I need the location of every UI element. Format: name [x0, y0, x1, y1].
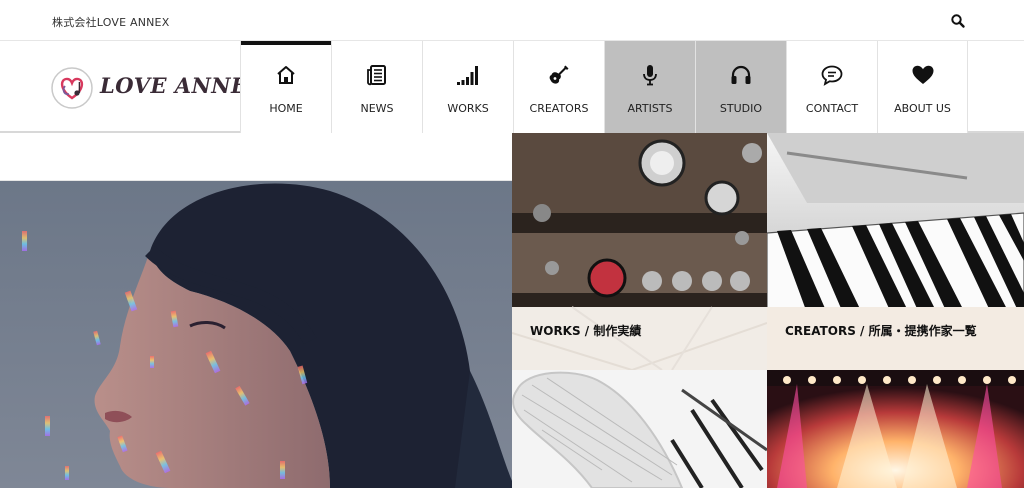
- site-logo[interactable]: LOVE ANNEX: [50, 63, 264, 113]
- company-name: 株式会社LOVE ANNEX: [52, 16, 170, 29]
- search-icon[interactable]: [948, 11, 968, 31]
- logo-mark-icon: [51, 67, 93, 109]
- nav-label-works: WORKS: [447, 102, 489, 115]
- nav-item-contact[interactable]: CONTACT: [786, 41, 877, 133]
- headphones-icon: [731, 65, 751, 84]
- nav-item-studio[interactable]: STUDIO: [695, 41, 786, 133]
- nav-label-creators: CREATORS: [529, 102, 589, 115]
- artists-tile[interactable]: [512, 370, 767, 488]
- site-header: LOVE ANNEX HOME NEWS WORKS CREATORS ARTI…: [0, 41, 1024, 133]
- works-tile[interactable]: WORKS / 制作実績: [512, 133, 767, 370]
- nav-label-about-us: ABOUT US: [894, 102, 951, 115]
- nav-item-creators[interactable]: CREATORS: [513, 41, 604, 133]
- works-tile-caption: WORKS / 制作実績: [530, 324, 642, 338]
- nav-item-artists[interactable]: ARTISTS: [604, 41, 695, 133]
- news-icon: [367, 65, 386, 86]
- creators-tile-caption: CREATORS / 所属・提携作家一覧: [785, 324, 977, 338]
- nav-label-studio: STUDIO: [719, 102, 763, 115]
- nav-label-news: NEWS: [360, 102, 394, 115]
- main-nav: HOME NEWS WORKS CREATORS ARTISTS STUDIO …: [240, 41, 968, 133]
- chat-icon: [821, 65, 843, 86]
- microphone-icon: [643, 65, 657, 86]
- heart-icon: [912, 65, 934, 84]
- nav-item-works[interactable]: WORKS: [422, 41, 513, 133]
- nav-label-contact: CONTACT: [805, 102, 859, 115]
- home-icon: [277, 66, 295, 84]
- creators-tile[interactable]: CREATORS / 所属・提携作家一覧: [767, 133, 1024, 370]
- top-bar: 株式会社LOVE ANNEX: [0, 0, 1024, 41]
- hero-image: [0, 181, 512, 488]
- guitar-icon: [549, 65, 569, 84]
- nav-item-news[interactable]: NEWS: [331, 41, 422, 133]
- nav-label-artists: ARTISTS: [627, 102, 673, 115]
- nav-label-home: HOME: [269, 102, 303, 115]
- content-spacer: [0, 135, 512, 181]
- nav-item-about-us[interactable]: ABOUT US: [877, 41, 968, 133]
- studio-tile[interactable]: [767, 370, 1024, 488]
- bars-icon: [457, 66, 478, 85]
- nav-item-home[interactable]: HOME: [240, 41, 331, 133]
